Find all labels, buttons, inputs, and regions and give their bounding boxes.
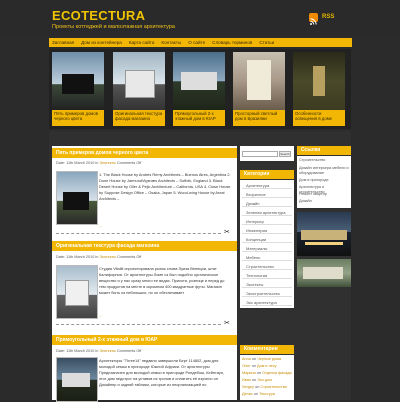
comment-item[interactable]: Марина on Отделка фасада xyxy=(242,371,292,376)
scissors-icon: ✂ xyxy=(224,320,230,327)
category-item[interactable]: Архитектура xyxy=(242,182,292,189)
post-date: Date: 11th March 2010 in xyxy=(56,349,99,353)
post-divider xyxy=(56,324,221,325)
featured-image[interactable] xyxy=(52,52,104,110)
links-title: Ссылки xyxy=(297,146,351,155)
featured-image[interactable] xyxy=(173,52,225,110)
nav-item-sitemap[interactable]: Карта сайта xyxy=(129,40,155,45)
nav-item-contacts[interactable]: Контакты xyxy=(161,40,181,45)
featured-image[interactable] xyxy=(113,52,165,110)
read-more-link[interactable]: ... xyxy=(99,314,102,318)
featured-caption[interactable]: Просторный светлый дом в Бразилии xyxy=(233,110,285,126)
category-item[interactable]: Мебель xyxy=(242,254,292,261)
comment-item[interactable]: Олег on Дом в лесу xyxy=(242,364,292,369)
main-nav: Заглавная Дом из контейнера Карта сайта … xyxy=(49,38,352,47)
category-item[interactable]: Дизайн xyxy=(242,200,292,207)
category-item[interactable]: Инженерия xyxy=(242,227,292,234)
post-date: Date: 11th March 2010 in xyxy=(56,255,99,259)
post-comments: Comments Off xyxy=(116,161,142,165)
category-item[interactable]: Материалы xyxy=(242,245,292,252)
featured-image[interactable] xyxy=(293,52,345,110)
site-title[interactable]: ECOTECTURA xyxy=(52,8,145,23)
post-excerpt: Архитекторы "Three14" недавно завершили … xyxy=(99,358,225,387)
featured-item[interactable]: Пять примеров домов черного цвета xyxy=(52,52,104,126)
post-thumbnail[interactable] xyxy=(56,265,98,319)
post-title[interactable]: Оригинальная текстура фасада магазина xyxy=(52,241,237,251)
comments-title: Комментарии xyxy=(240,345,294,354)
rss-link[interactable]: RSS xyxy=(322,14,334,20)
comment-item[interactable]: Sergey on Строительство xyxy=(242,385,292,390)
nav-item-about[interactable]: О сайте xyxy=(188,40,205,45)
post-thumbnail[interactable] xyxy=(56,357,98,402)
featured-caption[interactable]: Прямоугольный 2-х этажный дом в ЮАР xyxy=(173,110,225,126)
featured-image[interactable] xyxy=(233,52,285,110)
featured-item[interactable]: Оригинальная текстура фасада магазина xyxy=(113,52,165,126)
category-item[interactable]: Эко архитектура xyxy=(242,299,292,306)
featured-caption[interactable]: Оригинальная текстура фасада магазина xyxy=(113,110,165,126)
nav-item-home[interactable]: Заглавная xyxy=(52,40,74,45)
category-item[interactable]: Строительство xyxy=(242,263,292,270)
link-item[interactable]: Ремонт квартир xyxy=(299,192,349,197)
category-item[interactable]: Технологии xyxy=(242,272,292,279)
link-item[interactable]: Дизайн xyxy=(299,199,349,204)
categories-title: Категории xyxy=(240,170,294,179)
post-thumbnail[interactable] xyxy=(56,171,98,225)
post-category-link[interactable]: Экотекты xyxy=(99,349,115,353)
featured-item[interactable]: Прямоугольный 2-х этажный дом в ЮАР xyxy=(173,52,225,126)
featured-item[interactable]: Особенности освещения в доме xyxy=(293,52,345,126)
post-comments: Comments Off xyxy=(116,349,142,353)
search-input[interactable] xyxy=(242,151,278,157)
post-category-link[interactable]: Экотекты xyxy=(99,161,115,165)
scissors-icon: ✂ xyxy=(224,229,230,236)
post-meta: Date: 11th March 2010 in Экотекты Commen… xyxy=(56,255,141,259)
comment-item[interactable]: Anna on Черные дома xyxy=(242,357,292,362)
comment-item[interactable]: Иван on Эко дом xyxy=(242,378,292,383)
link-item[interactable]: Дизайн интерьера мебели и оборудование xyxy=(299,166,349,176)
post-comments: Comments Off xyxy=(116,255,142,259)
category-item[interactable]: Экотекты xyxy=(242,281,292,288)
post-divider xyxy=(56,233,221,234)
post-category-link[interactable]: Экотекты xyxy=(99,255,115,259)
search-button[interactable]: Search xyxy=(279,151,291,157)
comment-item[interactable]: Денис on Текстура xyxy=(242,392,292,397)
site-header: ECOTECTURA Проекты коттеджей и малоэтажн… xyxy=(0,0,400,36)
category-item[interactable]: Экостроительство xyxy=(242,290,292,297)
link-item[interactable]: Строительство xyxy=(299,158,349,163)
featured-caption[interactable]: Особенности освещения в доме xyxy=(293,110,345,126)
post-title[interactable]: Пять примеров домов черного цвета xyxy=(52,148,237,158)
nav-item-container-house[interactable]: Дом из контейнера xyxy=(81,40,122,45)
featured-strip: Пять примеров домов черного цвета Оригин… xyxy=(49,49,351,129)
category-item[interactable]: Зеленая архитектура xyxy=(242,209,292,216)
site-tagline: Проекты коттеджей и малоэтажная архитект… xyxy=(52,24,175,30)
category-item[interactable]: Интерьер xyxy=(242,218,292,225)
post-date: Date: 11th March 2010 in xyxy=(56,161,99,165)
post-excerpt: Студия Vitaliti спроектировала рынок сло… xyxy=(99,266,225,295)
category-item[interactable]: Концепции xyxy=(242,236,292,243)
rss-icon[interactable] xyxy=(309,13,318,25)
link-item[interactable]: Дом в пригороде xyxy=(299,178,349,183)
post-meta: Date: 11th March 2010 in Экотекты Commen… xyxy=(56,161,141,165)
nav-item-articles[interactable]: Статьи xyxy=(259,40,274,45)
sidebar-ad-image[interactable] xyxy=(297,212,351,256)
featured-item[interactable]: Просторный светлый дом в Бразилии xyxy=(233,52,285,126)
post-excerpt: 1. The Black House by Andrés Remy Archit… xyxy=(99,172,231,201)
sidebar-ad-image[interactable] xyxy=(297,259,351,287)
nav-item-glossary[interactable]: Словарь терминов xyxy=(212,40,252,45)
post-title[interactable]: Прямоугольный 2-х этажный дом в ЮАР xyxy=(52,335,237,345)
post-meta: Date: 11th March 2010 in Экотекты Commen… xyxy=(56,349,141,353)
read-more-link[interactable]: ... xyxy=(99,224,102,228)
featured-caption[interactable]: Пять примеров домов черного цвета xyxy=(52,110,104,126)
category-item[interactable]: Вторичное xyxy=(242,191,292,198)
